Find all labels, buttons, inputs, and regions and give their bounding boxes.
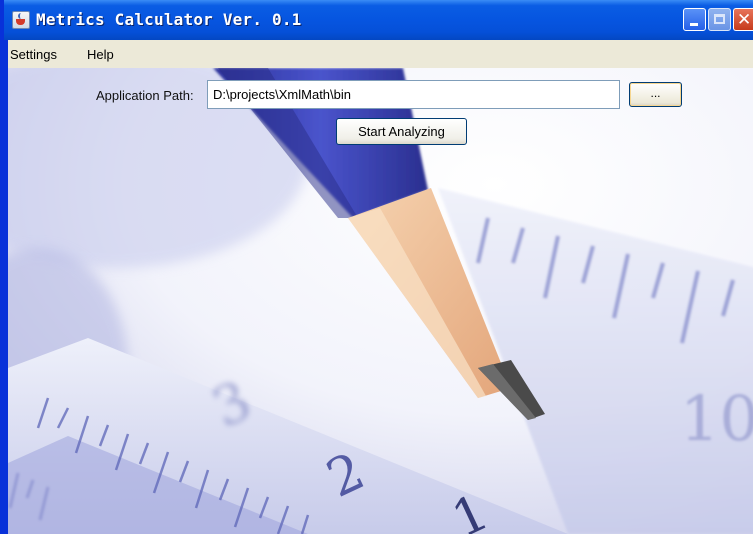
maximize-button[interactable] bbox=[708, 8, 731, 31]
menu-help[interactable]: Help bbox=[87, 47, 114, 62]
minimize-button[interactable] bbox=[683, 8, 706, 31]
app-window: Metrics Calculator Ver. 0.1 ✕ Settings H… bbox=[0, 0, 753, 534]
close-icon: ✕ bbox=[737, 10, 752, 30]
ruler-number-10: 10 bbox=[680, 382, 753, 455]
menu-bar: Settings Help bbox=[8, 40, 753, 68]
maximize-icon bbox=[714, 14, 725, 24]
browse-button[interactable]: ... bbox=[629, 82, 682, 107]
start-analyzing-button[interactable]: Start Analyzing bbox=[336, 118, 467, 145]
java-app-icon[interactable] bbox=[12, 11, 30, 29]
title-bar[interactable]: Metrics Calculator Ver. 0.1 ✕ bbox=[4, 0, 753, 40]
minimize-icon bbox=[690, 23, 698, 26]
content-area: 10 3 2 1 Application Path: D:\projects\X… bbox=[8, 68, 753, 534]
menu-settings[interactable]: Settings bbox=[10, 47, 57, 62]
window-title: Metrics Calculator Ver. 0.1 bbox=[36, 10, 302, 29]
application-path-field[interactable] bbox=[207, 80, 620, 109]
close-button[interactable]: ✕ bbox=[733, 8, 753, 31]
application-path-label: Application Path: bbox=[96, 88, 194, 103]
